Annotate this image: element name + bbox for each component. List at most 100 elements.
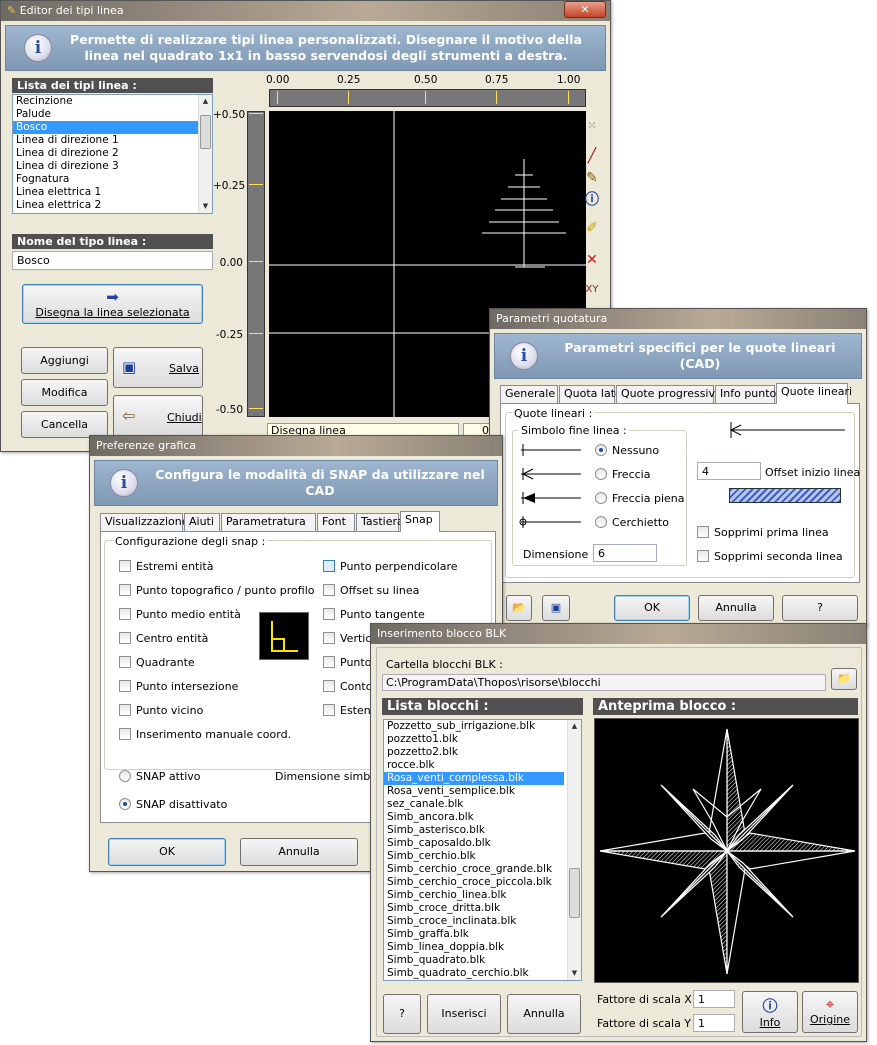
help-button[interactable]: ? [383,994,421,1034]
list-item[interactable]: Simb_croce_inclinata.blk [384,915,564,928]
tab-parametratura[interactable]: Parametratura [221,513,316,531]
delete-button[interactable]: Cancella [21,411,108,438]
draw-line-icon[interactable]: ╱ [581,145,603,167]
snap-checkbox[interactable]: Centro entità [119,632,208,645]
list-item[interactable]: Simb_quadrato.blk [384,954,564,967]
close-dialog-button[interactable]: ⇦ Chiudi [113,395,203,438]
snap-checkbox[interactable]: Punto intersezione [119,680,238,693]
list-item[interactable]: Simb_graffa.blk [384,928,564,941]
insert-button[interactable]: Inserisci [427,994,501,1034]
draw-selected-line-button[interactable]: ➡ Disegna la linea selezionata [22,284,203,324]
list-item[interactable]: Simb_cerchio_croce_grande.blk [384,863,564,876]
snap-checkbox[interactable]: Punto vicino [119,704,203,717]
radio-circle[interactable]: Cerchietto [595,516,669,529]
list-item[interactable]: rocce.blk [384,759,564,772]
list-item[interactable]: Simb_ancora.blk [384,811,564,824]
folder-path-field[interactable]: C:\ProgramData\Thopos\risorse\blocchi [382,674,826,691]
snap-checkbox[interactable]: Punto [323,656,371,669]
tab-info-punto[interactable]: Info punto [715,385,776,403]
scrollbar[interactable]: ▲ ▼ [567,720,581,980]
tab-quota-lato[interactable]: Quota lato [559,385,622,403]
browse-folder-button[interactable]: 📁 [831,668,857,690]
list-item[interactable]: Linea di direzione 1 [13,134,212,147]
title-bar[interactable]: Parametri quotatura [490,309,866,329]
snap-checkbox[interactable]: Offset su linea [323,584,419,597]
tab-tastiera[interactable]: Tastiera [356,513,404,531]
list-item[interactable]: Simb_quadrato_cerchio.blk [384,967,564,980]
cancel-button[interactable]: Annulla [698,595,774,621]
list-item[interactable]: Bosco [13,121,212,134]
tab-quote-progressive[interactable]: Quote progressive [616,385,722,403]
list-item[interactable]: Palude [13,108,212,121]
radio-filled-arrow[interactable]: Freccia piena [595,492,684,505]
grid-icon[interactable]: ⁙ [581,115,603,137]
list-item[interactable]: Rosa_venti_complessa.blk [384,772,564,785]
suppress-second-line-checkbox[interactable]: Sopprimi seconda linea [697,550,843,563]
radio-none[interactable]: Nessuno [595,444,659,457]
list-item[interactable]: Simb_cerchio.blk [384,850,564,863]
save-button[interactable]: ▣ Salva [113,347,203,388]
tab-font[interactable]: Font [317,513,355,531]
close-button[interactable]: ✕ [564,1,606,18]
save-floppy-button[interactable]: ▣ [542,595,570,621]
list-item[interactable]: sez_canale.blk [384,798,564,811]
linetype-list[interactable]: Recinzione Palude Bosco Linea di direzione … [12,94,213,214]
dimension-field[interactable]: 6 [593,544,657,562]
scroll-thumb[interactable] [200,115,211,149]
title-bar[interactable]: Preferenze grafica [90,436,502,456]
tab-snap[interactable]: Snap [400,511,440,532]
edit-pencil-icon[interactable]: ✐ [581,217,603,239]
ok-button[interactable]: OK [614,595,690,621]
list-item[interactable]: Linea elettrica 1 [13,186,212,199]
list-item[interactable]: Fognatura [13,173,212,186]
scroll-down-icon[interactable]: ▼ [199,200,212,213]
tab-quote-lineari[interactable]: Quote lineari [776,383,852,404]
list-item[interactable]: pozzetto1.blk [384,733,564,746]
scale-y-field[interactable]: 1 [693,1014,735,1032]
pencil-icon[interactable]: ✎ [581,167,603,189]
tab-visualizzazione[interactable]: Visualizzazione [100,513,188,531]
list-item[interactable]: Simb_cerchio_linea.blk [384,889,564,902]
snap-off-radio[interactable]: SNAP disattivato [119,798,227,811]
title-bar[interactable]: Inserimento blocco BLK [371,624,866,644]
snap-checkbox[interactable]: Estens [323,704,376,717]
scale-x-field[interactable]: 1 [693,990,735,1008]
scroll-thumb[interactable] [569,868,580,918]
list-item[interactable]: Simb_croce_dritta.blk [384,902,564,915]
xy-coordinates-icon[interactable]: XY [581,279,603,301]
list-item[interactable]: Pozzetto_sub_irrigazione.blk [384,720,564,733]
info-tool-icon[interactable]: ⓘ [581,189,603,211]
open-folder-button[interactable]: 📂 [506,595,532,621]
list-item[interactable]: Linea elettrica 2 [13,199,212,212]
modify-button[interactable]: Modifica [21,379,108,406]
snap-checkbox[interactable]: Estremi entità [119,560,213,573]
list-item[interactable]: Simb_cerchio_croce_piccola.blk [384,876,564,889]
list-item[interactable]: Linea di direzione 2 [13,147,212,160]
scrollbar[interactable]: ▲ ▼ [198,95,212,213]
tab-aiuti[interactable]: Aiuti [184,513,220,531]
list-item[interactable]: Simb_asterisco.blk [384,824,564,837]
list-item[interactable]: Simb_linea_doppia.blk [384,941,564,954]
origin-button[interactable]: ⌖ Origine [802,991,858,1033]
scroll-down-icon[interactable]: ▼ [568,967,581,980]
snap-checkbox[interactable]: Contor [323,680,377,693]
snap-on-radio[interactable]: SNAP attivo [119,770,201,783]
snap-checkbox[interactable]: Punto medio entità [119,608,241,621]
linetype-name-field[interactable]: Bosco [12,251,213,270]
radio-arrow[interactable]: Freccia [595,468,650,481]
scroll-up-icon[interactable]: ▲ [199,95,212,108]
offset-field[interactable]: 4 [697,462,761,480]
tab-generale[interactable]: Generale [500,385,558,403]
snap-checkbox[interactable]: Punto tangente [323,608,425,621]
snap-checkbox[interactable]: Quadrante [119,656,195,669]
list-item[interactable]: Linea di direzione 3 [13,160,212,173]
suppress-first-line-checkbox[interactable]: Sopprimi prima linea [697,526,829,539]
list-item[interactable]: Recinzione [13,95,212,108]
cancel-button[interactable]: Annulla [240,838,358,866]
list-item[interactable]: pozzetto2.blk [384,746,564,759]
snap-checkbox[interactable]: Punto topografico / punto profilo [119,584,315,597]
list-item[interactable]: Rosa_venti_semplice.blk [384,785,564,798]
snap-checkbox[interactable]: Punto perpendicolare [323,560,458,573]
title-bar[interactable]: ✎ Editor dei tipi linea [1,1,610,21]
list-item[interactable]: Simb_caposaldo.blk [384,837,564,850]
